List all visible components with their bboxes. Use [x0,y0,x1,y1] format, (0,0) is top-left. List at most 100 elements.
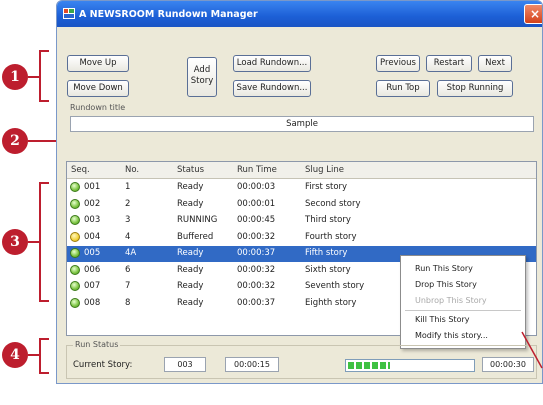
cell-seq: 001 [84,182,101,192]
cell-seq: 006 [84,264,101,275]
table-row[interactable]: 003 3 RUNNING 00:00:45 Third story [67,213,536,229]
cell-run-time: 00:00:03 [237,182,276,192]
column-seq[interactable]: Seq. [71,165,90,175]
callout-3-bracket [39,182,49,302]
cell-slug: Third story [305,215,351,225]
cell-no: 1 [125,182,131,192]
callout-4: 4 [2,342,28,368]
window-title: A NEWSROOM Rundown Manager [79,9,258,20]
save-rundown-button[interactable]: Save Rundown... [233,80,311,97]
callout-1-bracket [39,50,49,102]
cell-status: Ready [177,182,204,192]
cell-slug: Second story [305,198,361,209]
current-story-field: 003 [164,357,206,372]
cell-seq: 007 [84,281,101,291]
cell-seq: 003 [84,215,101,225]
current-story-label: Current Story: [73,360,133,370]
cell-slug: Fourth story [305,231,357,242]
cell-run-time: 00:00:32 [237,281,276,291]
menu-pointer-line [521,331,543,369]
status-dot-icon [70,198,80,209]
cell-status: Ready [177,248,204,258]
status-dot-icon [70,231,80,242]
run-status-label: Run Status [73,340,121,349]
cell-slug: Eighth story [305,297,357,308]
cell-slug: Fifth story [305,248,348,258]
title-bar[interactable]: A NEWSROOM Rundown Manager × [57,1,542,27]
table-row[interactable]: 002 2 Ready 00:00:01 Second story [67,197,536,213]
rundown-title-field: Sample [70,116,534,132]
column-no[interactable]: No. [125,165,139,175]
cell-no: 6 [125,264,131,275]
cell-no: 8 [125,297,131,308]
menu-item-modify-this-story[interactable]: Modify this story... [415,331,488,340]
load-rundown-button[interactable]: Load Rundown... [233,55,311,72]
cell-status: RUNNING [177,215,218,225]
table-row[interactable]: 001 1 Ready 00:00:03 First story [67,180,536,196]
cell-no: 7 [125,281,131,291]
menu-separator [405,310,521,311]
run-progress-bar [345,359,475,372]
move-up-button[interactable]: Move Up [67,55,129,72]
add-story-label-1: Add [193,65,211,75]
cell-run-time: 00:00:37 [237,297,276,308]
add-story-label-2: Story [190,76,214,86]
cell-seq: 005 [84,248,101,258]
cell-status: Ready [177,198,204,209]
callout-2: 2 [2,128,28,154]
list-header: Seq. No. Status Run Time Slug Line [67,162,536,179]
cell-no: 3 [125,215,131,225]
rundown-title-label: Rundown title [70,103,126,112]
move-down-button[interactable]: Move Down [67,80,129,97]
cell-run-time: 00:00:37 [237,248,276,258]
cell-slug: Sixth story [305,264,351,275]
run-top-button[interactable]: Run Top [376,80,430,97]
cell-slug: Seventh story [305,281,365,291]
status-dot-icon [70,182,80,192]
cell-run-time: 00:00:01 [237,198,276,209]
status-dot-icon [70,264,80,275]
elapsed-time-field: 00:00:15 [225,357,279,372]
add-story-button[interactable]: Add Story [187,57,217,97]
current-story-value: 003 [177,360,193,369]
cell-seq: 004 [84,231,101,242]
status-dot-icon [70,248,80,258]
column-status[interactable]: Status [177,165,204,175]
cell-status: Ready [177,297,204,308]
close-button[interactable]: × [524,4,542,24]
elapsed-time-value: 00:00:15 [234,360,270,369]
callout-4-bracket [39,338,49,374]
menu-item-run-this-story[interactable]: Run This Story [415,264,473,273]
callout-3: 3 [2,229,28,255]
status-dot-icon [70,281,80,291]
cell-no: 2 [125,198,131,209]
cell-status: Buffered [177,231,214,242]
column-slug-line[interactable]: Slug Line [305,165,344,175]
cell-run-time: 00:00:32 [237,231,276,242]
status-dot-icon [70,215,80,225]
cell-status: Ready [177,281,204,291]
restart-button[interactable]: Restart [426,55,472,72]
column-run-time[interactable]: Run Time [237,165,277,175]
rundown-title-value: Sample [286,119,318,129]
app-icon [63,8,75,19]
menu-item-undrop-this-story: Unbrop This Story [415,296,487,305]
cell-run-time: 00:00:45 [237,215,276,225]
next-button[interactable]: Next [478,55,512,72]
cell-run-time: 00:00:32 [237,264,276,275]
status-dot-icon [70,297,80,308]
stop-running-button[interactable]: Stop Running [437,80,513,97]
context-menu: Run This Story Drop This Story Unbrop Th… [400,255,526,349]
cell-no: 4 [125,231,131,242]
previous-button[interactable]: Previous [376,55,420,72]
menu-item-kill-this-story[interactable]: Kill This Story [415,315,469,324]
rundown-manager-window: A NEWSROOM Rundown Manager × Move Up Mov… [56,0,543,384]
cell-status: Ready [177,264,204,275]
table-row[interactable]: 004 4 Buffered 00:00:32 Fourth story [67,230,536,246]
progress-fill [348,362,390,369]
cell-no: 4A [125,248,137,258]
menu-item-drop-this-story[interactable]: Drop This Story [415,280,477,289]
cell-seq: 008 [84,297,101,308]
callout-1: 1 [2,64,28,90]
cell-slug: First story [305,182,348,192]
